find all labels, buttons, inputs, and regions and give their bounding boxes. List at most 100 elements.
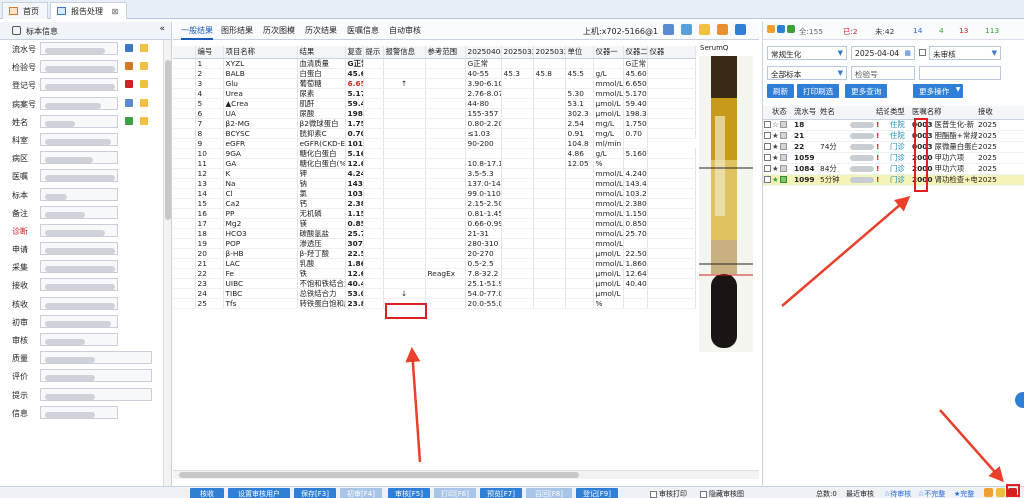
- toolbar-button[interactable]: 初审[F4]: [340, 488, 382, 498]
- toolbar-button[interactable]: 核收: [190, 488, 224, 498]
- results-column-header[interactable]: 单位: [565, 46, 594, 59]
- field-value[interactable]: [40, 242, 118, 256]
- field-action-icon[interactable]: [125, 80, 133, 89]
- message-icon[interactable]: [996, 488, 1005, 497]
- status-count[interactable]: 未:42: [875, 26, 894, 37]
- result-row[interactable]: 18HCO3碳酸氢盐25.7 21-31 mmol/L25.700: [173, 228, 696, 239]
- result-cell[interactable]: 12.64: [345, 268, 364, 279]
- result-cell[interactable]: 1.86: [345, 258, 364, 269]
- result-row[interactable]: 17Mg2镁0.85 0.66-0.99 mmol/L0.850: [173, 218, 696, 229]
- result-cell[interactable]: G正常: [345, 58, 364, 69]
- result-row[interactable]: 6UA尿酸198.3 155-357 302.3µmol/L198.30: [173, 108, 696, 119]
- result-cell[interactable]: 143.4: [345, 178, 364, 189]
- result-row[interactable]: 11GA糖化白蛋白(%)12.65 10.8-17.1 12.05%: [173, 158, 696, 169]
- specimen-row[interactable]: ★ 1059! 门诊 2000 甲功六项 2025: [763, 152, 1024, 164]
- toolbar-button[interactable]: 登记[F9]: [576, 488, 618, 498]
- grid-icon[interactable]: [787, 25, 795, 33]
- toolbar-button[interactable]: 审核[F5]: [388, 488, 430, 498]
- result-row[interactable]: 15Ca2钙2.38 2.15-2.50 mmol/L2.380: [173, 198, 696, 209]
- result-cell[interactable]: 23.8: [345, 298, 364, 309]
- date-checkbox[interactable]: [919, 49, 926, 56]
- recent-audit[interactable]: 最近审核: [846, 489, 874, 498]
- tab-home[interactable]: 首页: [2, 2, 48, 19]
- field-value[interactable]: [40, 314, 118, 328]
- results-column-header[interactable]: 仪器一: [593, 46, 624, 59]
- result-cell[interactable]: 1.15: [345, 208, 364, 219]
- result-cell[interactable]: 6.65: [345, 78, 364, 89]
- refresh-icon[interactable]: [767, 25, 775, 33]
- result-row[interactable]: 24TIBC总铁结合力53.0 ↓ 54.0-77.0 µmol/L: [173, 288, 696, 299]
- field-value[interactable]: [40, 369, 152, 383]
- tab-auto-audit[interactable]: 自动审核: [389, 25, 421, 36]
- tab-history-graphs[interactable]: 历次图模: [263, 25, 295, 36]
- close-tab-icon[interactable]: ⊠: [112, 7, 119, 16]
- result-cell[interactable]: 198.3: [345, 108, 364, 119]
- field-action-icon[interactable]: [140, 44, 148, 52]
- field-value[interactable]: [40, 296, 118, 310]
- results-column-header[interactable]: 复查: [345, 46, 364, 59]
- result-cell[interactable]: 22.5: [345, 248, 364, 259]
- field-action-icon[interactable]: [140, 62, 148, 71]
- field-value[interactable]: [40, 42, 118, 55]
- field-action-icon[interactable]: [140, 80, 148, 89]
- result-row[interactable]: 21LAC乳酸1.86 0.5-2.5 mmol/L1.860: [173, 258, 696, 269]
- results-column-header[interactable]: 结果: [297, 46, 346, 59]
- field-value[interactable]: [40, 114, 118, 128]
- list-column-header[interactable]: 类型: [889, 106, 911, 120]
- results-column-header[interactable]: 20250321: [533, 46, 566, 59]
- result-row[interactable]: 4Urea尿素5.17 2.76-8.07 5.30mmol/L5.170: [173, 88, 696, 99]
- list-column-header[interactable]: 流水号: [793, 106, 819, 120]
- result-cell[interactable]: 40.40: [345, 278, 364, 289]
- result-cell[interactable]: 53.0: [345, 288, 364, 299]
- field-value[interactable]: [40, 333, 118, 346]
- result-row[interactable]: 20β-HBβ-羟丁酸22.5 20-270 µmol/L22.50: [173, 248, 696, 259]
- results-column-header[interactable]: 编号: [195, 46, 224, 59]
- field-value[interactable]: [40, 187, 118, 201]
- status-count[interactable]: 14: [913, 26, 922, 35]
- hide-audit-check[interactable]: 隐藏审核图: [700, 489, 744, 498]
- results-column-header[interactable]: 20250404: [465, 46, 502, 59]
- tab-report-processing[interactable]: 报告处理 ⊠: [50, 2, 128, 19]
- result-row[interactable]: 22Fe铁12.64 ReagEx7.8-32.2 µmol/L12.640: [173, 268, 696, 279]
- specimen-row[interactable]: ★ 22 74分! 门诊 0003 尿微量白蛋白/2025: [763, 141, 1024, 153]
- result-cell[interactable]: 25.7: [345, 228, 364, 239]
- result-row[interactable]: 23UIBC不饱和铁结合力40.40 25.1-51.9 µmol/L40.400: [173, 278, 696, 289]
- flag-icon[interactable]: !: [875, 119, 889, 131]
- result-cell[interactable]: 4.24: [345, 168, 364, 179]
- export-icon[interactable]: [717, 24, 728, 35]
- result-cell[interactable]: 0.85: [345, 218, 364, 229]
- results-column-header[interactable]: [173, 46, 196, 59]
- results-column-header[interactable]: 仪器二: [623, 46, 648, 59]
- list-column-header[interactable]: 接收: [977, 106, 1024, 120]
- print-filter-button[interactable]: 打印刷选: [797, 84, 840, 98]
- result-row[interactable]: 12K钾4.24 3.5-5.3 mmol/L4.240: [173, 168, 696, 179]
- date-picker[interactable]: 2025-04-04 ▦: [851, 46, 915, 60]
- result-cell[interactable]: 59.4: [345, 98, 364, 109]
- refresh-button[interactable]: 刷新: [767, 84, 795, 98]
- list-column-header[interactable]: 姓名: [819, 106, 849, 120]
- result-row[interactable]: 8BCYSC胱抑素C0.70≤1.030.91mg/L0.70: [173, 128, 696, 139]
- settings-icon[interactable]: [984, 488, 993, 497]
- toolbar-button[interactable]: 保存[F3]: [294, 488, 336, 498]
- field-value[interactable]: [40, 169, 118, 183]
- status-count[interactable]: 113: [985, 26, 999, 35]
- toolbar-button[interactable]: 打印[F6]: [434, 488, 476, 498]
- toolbar-button[interactable]: 召回[F8]: [526, 488, 572, 498]
- specimen-type-select[interactable]: 全部标本 ▼: [767, 66, 847, 80]
- results-column-header[interactable]: 报警信息: [383, 46, 426, 59]
- field-value[interactable]: [40, 223, 118, 237]
- save-icon[interactable]: [735, 24, 746, 35]
- result-cell[interactable]: 5.16: [345, 148, 364, 159]
- results-column-header[interactable]: 仪器: [647, 46, 696, 59]
- result-row[interactable]: 14Cl氯103.2 99.0-110.0 mmol/L103.20: [173, 188, 696, 199]
- status-count[interactable]: 4: [939, 26, 944, 35]
- status-count[interactable]: 全:155: [799, 26, 823, 37]
- list-column-header[interactable]: [763, 106, 771, 120]
- user-icon[interactable]: [663, 24, 674, 35]
- field-value[interactable]: [40, 405, 118, 419]
- result-row[interactable]: 13Na钠143.4 137.0-147.0 mmol/L143.40: [173, 178, 696, 189]
- field-value[interactable]: [40, 78, 118, 92]
- result-row[interactable]: 5▲Crea肌酐59.4 44-80 53.1µmol/L59.400: [173, 98, 696, 109]
- list-column-header[interactable]: 结论: [875, 106, 889, 120]
- list-column-header[interactable]: [849, 106, 875, 120]
